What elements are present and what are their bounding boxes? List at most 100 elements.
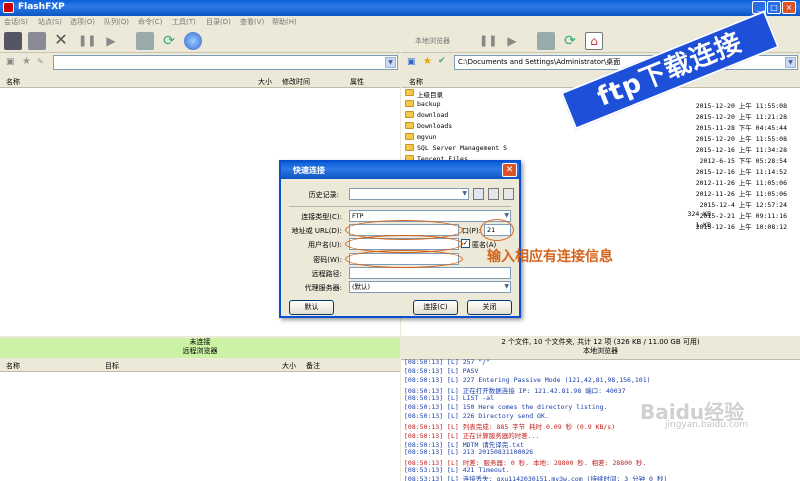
col-name[interactable]: 名称 — [409, 77, 423, 87]
menu-directory[interactable]: 目录(D) — [206, 17, 231, 27]
proxy-select[interactable]: (默认) ▼ — [349, 281, 511, 293]
favorites-icon[interactable]: ★ — [423, 56, 432, 67]
address-label: 地址或 URL(D): — [291, 227, 342, 235]
highlight-ring — [345, 250, 463, 268]
remote-toolbar: ✕ ❚❚ ▶ ⟳ — [0, 29, 400, 53]
password-label: 密码(W): — [313, 256, 342, 264]
play-icon[interactable]: ▶ — [102, 32, 120, 50]
col-size[interactable]: 大小 — [282, 361, 296, 371]
maximize-button[interactable]: □ — [767, 1, 781, 14]
remote-status: 未连接 远程浏览器 — [0, 338, 400, 358]
history-label: 历史记录: — [308, 191, 339, 199]
history-edit-icon[interactable] — [473, 188, 484, 200]
col-name[interactable]: 名称 — [6, 361, 20, 371]
dialog-title: 快速连接 — [281, 162, 519, 179]
history-select[interactable]: ▼ — [349, 188, 469, 200]
favorites-icon[interactable]: ★ — [22, 56, 31, 67]
pause-icon[interactable]: ❚❚ — [479, 32, 497, 50]
local-status: 2 个文件, 10 个文件夹, 共计 12 项 (326 KB / 11.00 … — [401, 338, 800, 358]
menu-help[interactable]: 帮助(H) — [272, 17, 297, 27]
folder-icon — [405, 111, 414, 118]
log-line: [08:50:13] [L] 257 "/" — [404, 358, 491, 366]
play-icon[interactable]: ▶ — [503, 32, 521, 50]
col-name[interactable]: 名称 — [6, 77, 20, 87]
menu-tools[interactable]: 工具(T) — [172, 17, 196, 27]
remote-path-input[interactable]: ▼ — [53, 55, 398, 70]
file-summary: 2 个文件, 10 个文件夹, 共计 12 项 (326 KB / 11.00 … — [501, 338, 700, 346]
log-line: [08:50:13] [L] 226 Directory send OK. — [404, 412, 549, 420]
hint-annotation: 输入相应有连接信息 — [487, 249, 613, 265]
queue-header: 名称 目标 大小 备注 — [0, 359, 400, 372]
col-target[interactable]: 目标 — [105, 361, 119, 371]
remote-path-label: 远程路径: — [311, 270, 342, 278]
folder-icon — [405, 100, 414, 107]
watermark-url: jingyan.baidu.com — [665, 420, 749, 430]
history-delete-icon[interactable] — [488, 188, 499, 200]
chevron-down-icon[interactable]: ▼ — [385, 57, 396, 68]
back-icon[interactable]: ▣ — [6, 57, 15, 67]
proxy-label: 代理服务器: — [304, 284, 342, 292]
menu-session[interactable]: 会话(S) — [4, 17, 28, 27]
folder-icon — [405, 144, 414, 151]
folder-icon — [405, 133, 414, 140]
pin-icon[interactable]: ✎ — [37, 57, 44, 66]
log-line: [08:50:13] [L] PASV — [404, 367, 479, 375]
remote-path-input[interactable] — [349, 267, 511, 279]
transfer-icon[interactable] — [136, 32, 154, 50]
connection-status: 未连接 — [189, 338, 211, 346]
chevron-down-icon[interactable]: ▼ — [504, 282, 509, 292]
back-icon[interactable]: ▣ — [407, 57, 416, 67]
local-browser-label: 本地浏览器 — [583, 347, 618, 355]
menu-queue[interactable]: 队列(Q) — [104, 17, 129, 27]
remote-browser-label: 远程浏览器 — [182, 347, 218, 355]
list-item[interactable]: Downloads 2015-11-28 下午 04:45:44 — [401, 121, 800, 132]
disconnect-icon[interactable] — [28, 32, 46, 50]
remote-list-header: 名称 大小 修改时间 属性 — [0, 75, 400, 88]
menu-options[interactable]: 选项(O) — [70, 17, 95, 27]
title-bar: FlashFXP _ □ × — [0, 0, 800, 16]
username-label: 用户名(U): — [308, 241, 342, 249]
transfer-icon[interactable] — [537, 32, 555, 50]
menu-sites[interactable]: 站点(S) — [38, 17, 62, 27]
sync-icon[interactable]: ✔ — [438, 56, 446, 66]
highlight-ring — [480, 219, 514, 241]
queue-list[interactable] — [0, 372, 400, 481]
separator — [289, 206, 511, 207]
home-icon[interactable]: ⌂ — [585, 32, 603, 50]
col-modified[interactable]: 修改时间 — [282, 77, 310, 87]
col-attributes[interactable]: 属性 — [350, 77, 364, 87]
remote-path-bar: ▣ ★ ✎ ▼ — [0, 53, 400, 73]
app-icon — [3, 2, 14, 13]
menu-commands[interactable]: 命令(C) — [138, 17, 162, 27]
refresh-icon[interactable]: ⟳ — [160, 32, 178, 50]
log-line: [08:50:13] [L] 227 Entering Passive Mode… — [404, 376, 651, 384]
pause-icon[interactable]: ❚❚ — [78, 32, 96, 50]
refresh-icon[interactable]: ⟳ — [561, 32, 579, 50]
connect-button[interactable]: 连接(C) — [413, 300, 458, 315]
window-title: FlashFXP — [18, 2, 65, 12]
history-clear-icon[interactable] — [503, 188, 514, 200]
chevron-down-icon[interactable]: ▼ — [462, 189, 467, 199]
menu-view[interactable]: 查看(V) — [240, 17, 264, 27]
list-item[interactable]: SQL Server Management S 2015-12-16 上午 11:… — [401, 143, 800, 154]
globe-icon[interactable] — [184, 32, 202, 50]
log-line: [08:50:13] [L] LIST -al — [404, 394, 495, 402]
log-line: [08:50:13] [L] 213 20150831100026 — [404, 448, 534, 456]
col-size[interactable]: 大小 — [258, 77, 272, 87]
folder-up-icon — [405, 89, 414, 96]
dialog-close-button[interactable]: 关闭 — [467, 300, 512, 315]
connection-type-label: 连接类型(C): — [301, 213, 342, 221]
menu-bar: 会话(S) 站点(S) 选项(O) 队列(Q) 命令(C) 工具(T) 目录(D… — [0, 16, 800, 29]
log-line: [08:53:13] [L] 连接丢失: qxu1142030151.my3w.… — [404, 475, 668, 481]
close-button[interactable]: × — [782, 1, 796, 14]
default-button[interactable]: 默认 — [289, 300, 334, 315]
col-note[interactable]: 备注 — [306, 361, 320, 371]
dialog-close-icon[interactable]: ✕ — [502, 163, 517, 177]
chevron-down-icon[interactable]: ▼ — [785, 57, 796, 68]
local-browser-label: 本地浏览器 — [415, 37, 450, 45]
log-line: [08:50:13] [L] 150 Here comes the direct… — [404, 403, 608, 411]
abort-icon[interactable]: ✕ — [52, 32, 70, 50]
folder-icon — [405, 122, 414, 129]
quick-connect-dialog: 快速连接 ✕ 历史记录: ▼ 连接类型(C): FTP ▼ 地址或 URL(D):… — [279, 160, 521, 318]
list-item[interactable]: mgvun 2015-12-20 上午 11:55:08 — [401, 132, 800, 143]
